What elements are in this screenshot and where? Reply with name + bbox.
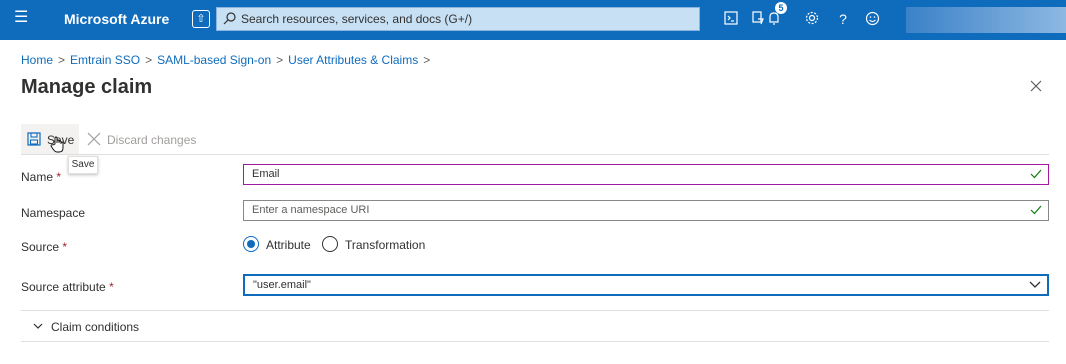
cloud-shell-icon[interactable] — [723, 11, 739, 27]
required-mark: * — [56, 170, 62, 184]
name-input[interactable]: Email — [243, 164, 1049, 185]
help-icon[interactable]: ? — [835, 11, 851, 27]
breadcrumb-user-attributes[interactable]: User Attributes & Claims — [288, 53, 418, 67]
breadcrumb-separator: > — [145, 53, 153, 67]
breadcrumb-home[interactable]: Home — [21, 53, 53, 67]
transformation-radio[interactable] — [322, 236, 338, 252]
attribute-radio[interactable] — [243, 236, 259, 252]
hand-cursor-icon — [50, 136, 64, 153]
chevron-down-icon — [1029, 281, 1041, 288]
chevron-down-icon — [33, 323, 43, 329]
hamburger-icon[interactable]: ☰ — [14, 10, 28, 26]
section-divider — [21, 310, 1049, 311]
attribute-radio-label[interactable]: Attribute — [266, 238, 311, 252]
upgrade-icon[interactable]: ⇧ — [192, 10, 210, 28]
source-label: Source * — [21, 240, 68, 254]
source-attribute-dropdown[interactable]: "user.email" — [243, 274, 1049, 296]
top-bar: ☰ Microsoft Azure ⇧ Search resources, se… — [0, 0, 1066, 40]
name-label: Name * — [21, 170, 62, 184]
account-area[interactable] — [906, 7, 1066, 33]
breadcrumb-separator: > — [276, 53, 284, 67]
source-attribute-label: Source attribute * — [21, 280, 114, 294]
save-icon — [27, 132, 41, 146]
required-mark: * — [62, 240, 68, 254]
page-title: Manage claim — [21, 76, 153, 98]
notification-badge: 5 — [775, 2, 787, 14]
source-attribute-value: "user.email" — [253, 279, 311, 291]
feedback-icon[interactable] — [864, 11, 880, 27]
namespace-placeholder: Enter a namespace URI — [252, 204, 370, 216]
namespace-input[interactable]: Enter a namespace URI — [243, 200, 1049, 221]
transformation-radio-label[interactable]: Transformation — [345, 238, 425, 252]
valid-check-icon — [1030, 169, 1042, 179]
directory-filter-icon[interactable] — [750, 11, 766, 27]
global-search[interactable]: Search resources, services, and docs (G+… — [216, 7, 700, 31]
breadcrumb: Home > Emtrain SSO > SAML-based Sign-on > User… — [21, 53, 435, 67]
breadcrumb-saml-sign-on[interactable]: SAML-based Sign-on — [157, 53, 271, 67]
toolbar-divider — [21, 154, 1049, 155]
name-value: Email — [252, 168, 280, 180]
claim-conditions-label: Claim conditions — [51, 320, 140, 334]
brand-link[interactable]: Microsoft Azure — [64, 11, 169, 27]
discard-icon — [87, 132, 101, 146]
bottom-divider — [21, 341, 1049, 342]
valid-check-icon — [1030, 205, 1042, 215]
close-icon[interactable] — [1029, 79, 1043, 93]
discard-changes-button[interactable]: Discard changes — [87, 124, 197, 154]
required-mark: * — [109, 280, 114, 294]
settings-icon[interactable] — [804, 11, 820, 27]
breadcrumb-emtrain-sso[interactable]: Emtrain SSO — [70, 53, 140, 67]
namespace-label: Namespace — [21, 206, 86, 220]
save-tooltip: Save — [68, 156, 98, 174]
breadcrumb-separator: > — [58, 53, 66, 67]
search-icon — [223, 12, 236, 25]
breadcrumb-separator: > — [423, 53, 431, 67]
discard-label: Discard changes — [107, 133, 197, 147]
search-placeholder: Search resources, services, and docs (G+… — [241, 12, 473, 26]
